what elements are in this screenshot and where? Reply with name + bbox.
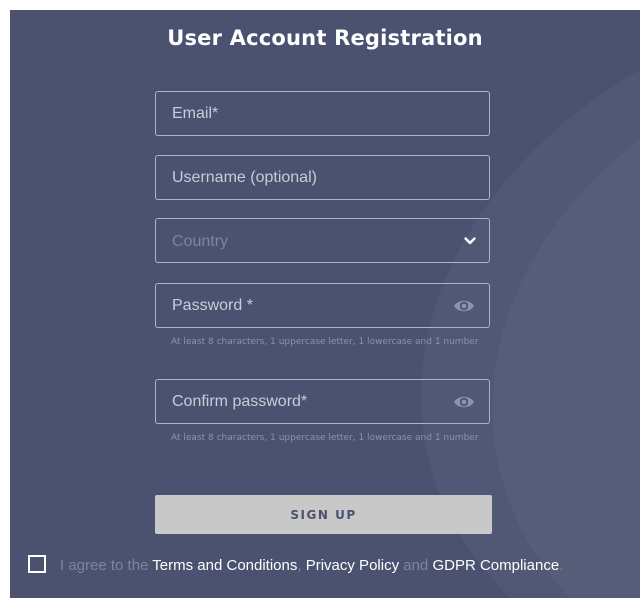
agree-checkbox[interactable] bbox=[28, 555, 46, 573]
username-field[interactable] bbox=[155, 155, 490, 200]
confirm-password-input[interactable] bbox=[156, 380, 489, 423]
page-title: User Account Registration bbox=[167, 26, 483, 50]
country-select-value: Country bbox=[172, 233, 229, 250]
password-input[interactable] bbox=[156, 284, 489, 327]
country-select[interactable]: Country bbox=[155, 218, 490, 263]
registration-panel: User Account Registration Country At lea… bbox=[10, 10, 640, 598]
gdpr-link[interactable]: GDPR Compliance bbox=[432, 557, 559, 574]
agree-suffix: . bbox=[559, 557, 564, 574]
terms-link[interactable]: Terms and Conditions bbox=[152, 557, 297, 574]
email-input[interactable] bbox=[156, 92, 489, 135]
confirm-password-field[interactable] bbox=[155, 379, 490, 424]
terms-agreement: I agree to the Terms and Conditions, Pri… bbox=[28, 555, 563, 574]
confirm-password-hint: At least 8 characters, 1 uppercase lette… bbox=[171, 433, 479, 443]
agree-and: and bbox=[399, 557, 433, 574]
password-hint: At least 8 characters, 1 uppercase lette… bbox=[171, 337, 479, 347]
agree-separator: , bbox=[297, 557, 306, 574]
eye-icon[interactable] bbox=[453, 392, 475, 412]
chevron-down-icon[interactable] bbox=[463, 234, 477, 248]
username-input[interactable] bbox=[156, 156, 489, 199]
agree-prefix: I agree to the bbox=[60, 557, 153, 574]
eye-icon[interactable] bbox=[453, 296, 475, 316]
password-field[interactable] bbox=[155, 283, 490, 328]
privacy-link[interactable]: Privacy Policy bbox=[306, 557, 399, 574]
email-field[interactable] bbox=[155, 91, 490, 136]
signup-button[interactable]: SIGN UP bbox=[155, 495, 492, 534]
